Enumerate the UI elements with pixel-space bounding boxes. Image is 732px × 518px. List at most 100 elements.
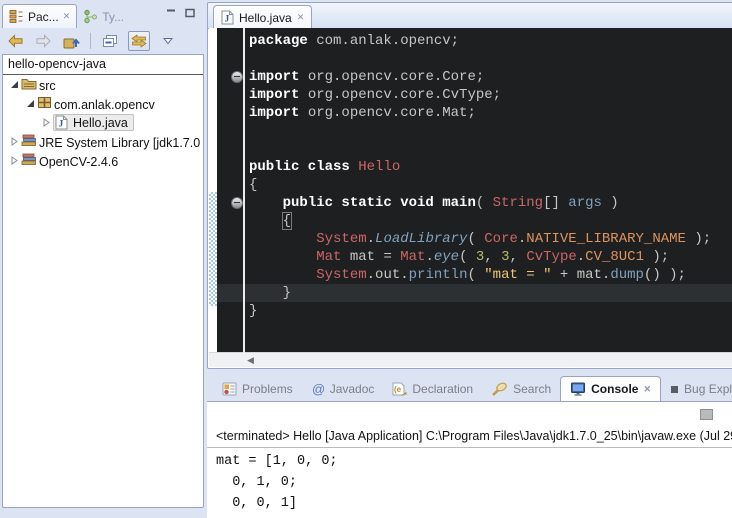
view-tab-label: Declaration: [412, 382, 473, 396]
code-line: [245, 140, 732, 158]
library-icon: [21, 133, 37, 147]
view-tab-pac[interactable]: Pac... ✕: [2, 4, 77, 28]
chevron-collapsed-icon[interactable]: [9, 137, 19, 146]
svg-text:J: J: [59, 120, 64, 130]
view-tab-label: Search: [513, 382, 551, 396]
tree-item-opencv-2-4-6[interactable]: OpenCV-2.4.6: [3, 151, 203, 170]
view-tab-declaration[interactable]: (e Declaration: [383, 377, 482, 401]
bottom-view-tabbar: Problems @Javadoc (e Declaration Search Conso…: [207, 374, 732, 401]
link-with-editor-icon: [131, 34, 147, 48]
chevron-expanded-icon[interactable]: [25, 99, 35, 108]
tree-item-jre-system-library-jdk1-7-0[interactable]: JRE System Library [jdk1.7.0: [3, 132, 203, 151]
code-line: }: [245, 284, 732, 302]
view-tab-problems[interactable]: Problems: [213, 377, 302, 401]
editor-tabbar: J Hello.java ✕: [208, 3, 732, 29]
collapse-all-button[interactable]: [100, 32, 120, 50]
view-tab-label: Bug Explorer: [684, 382, 732, 396]
view-tab-label: Problems: [242, 382, 293, 396]
back-button[interactable]: [5, 32, 25, 50]
back-icon: [7, 34, 24, 48]
editor-horizontal-scrollbar[interactable]: ◀: [209, 352, 732, 367]
view-tab-label: Pac...: [28, 10, 59, 24]
javadoc-icon: @: [311, 382, 325, 396]
console-output-line: 0, 1, 0;: [216, 472, 732, 493]
scroll-left-icon[interactable]: ◀: [247, 355, 254, 366]
code-line: }: [245, 302, 732, 320]
console-toolbar-fragment[interactable]: [700, 409, 713, 420]
console-output[interactable]: mat = [1, 0, 0; 0, 1, 0; 0, 0, 1]: [207, 448, 732, 514]
go-up-button[interactable]: [61, 32, 81, 50]
close-icon[interactable]: ✕: [643, 385, 651, 394]
editor-tab-hello-java[interactable]: J Hello.java ✕: [213, 5, 312, 29]
view-tab-bug-explorer[interactable]: Bug Explorer: [661, 377, 732, 401]
code-line: import org.opencv.core.CvType;: [245, 86, 732, 104]
problems-icon: [222, 382, 237, 396]
view-tab-label: Ty...: [102, 10, 124, 24]
code-line: public static void main( String[] args ): [245, 194, 732, 212]
bug-square-icon: [670, 385, 679, 394]
editor-tab-label: Hello.java: [239, 11, 292, 25]
chevron-expanded-icon[interactable]: [9, 80, 19, 89]
code-editor[interactable]: package com.anlak.opencv;import org.open…: [209, 28, 732, 353]
view-tab-search[interactable]: Search: [482, 377, 560, 401]
view-window-buttons: [166, 5, 204, 28]
collapse-all-icon: [102, 34, 118, 48]
code-line: [245, 122, 732, 140]
maximize-icon: [185, 8, 196, 18]
svg-text:(e: (e: [394, 385, 402, 394]
code-line: {: [245, 176, 732, 194]
tree-item-src[interactable]: src: [3, 75, 203, 94]
package-explorer-icon: [9, 9, 24, 24]
svg-text:J: J: [225, 15, 230, 25]
selected-item-highlight: J Hello.java: [53, 114, 134, 131]
library-icon: [21, 152, 37, 166]
link-with-editor-button[interactable]: [128, 31, 150, 51]
code-line: {: [245, 212, 732, 230]
tree-item-com-anlak-opencv[interactable]: com.anlak.opencv: [3, 94, 203, 113]
annotation-ruler[interactable]: [209, 28, 217, 353]
project-root-label[interactable]: hello-opencv-java: [3, 55, 203, 75]
console-output-line: mat = [1, 0, 0;: [216, 451, 732, 472]
java-file-icon: J: [221, 10, 234, 25]
search-icon: [491, 382, 508, 396]
view-menu-icon: [163, 37, 173, 45]
tree-item-label: src: [37, 79, 58, 93]
package-explorer-view: Pac... ✕ Ty... hello-opencv-java src com.an…: [2, 2, 204, 508]
declaration-icon: (e: [392, 382, 407, 396]
package-explorer-toolbar: [2, 28, 204, 54]
view-menu-button[interactable]: [158, 32, 178, 50]
tree-item-label: Hello.java: [71, 116, 130, 130]
gutter-separator: [243, 28, 245, 353]
close-icon[interactable]: ✕: [297, 13, 305, 22]
minimize-button[interactable]: [166, 5, 177, 23]
view-tab-javadoc[interactable]: @Javadoc: [302, 377, 384, 401]
package-explorer-tree[interactable]: hello-opencv-java src com.anlak.opencv J He…: [2, 54, 204, 508]
console-status-line: <terminated> Hello [Java Application] C:…: [207, 429, 732, 448]
chevron-collapsed-icon[interactable]: [9, 156, 19, 165]
tree-item-label: com.anlak.opencv: [52, 98, 157, 112]
range-indicator: [209, 192, 217, 306]
tree-item-label: OpenCV-2.4.6: [37, 155, 120, 169]
go-up-icon: [63, 34, 80, 49]
code-line: System.LoadLibrary( Core.NATIVE_LIBRARY_…: [245, 230, 732, 248]
code-line: public class Hello: [245, 158, 732, 176]
svg-text:@: @: [312, 382, 325, 396]
view-tab-console[interactable]: Console✕: [560, 376, 661, 401]
code-line: System.out.println( "mat = " + mat.dump(…: [245, 266, 732, 284]
console-icon: [570, 382, 586, 396]
close-icon[interactable]: ✕: [63, 12, 71, 21]
forward-button[interactable]: [33, 32, 53, 50]
view-tab-ty[interactable]: Ty...: [77, 5, 130, 28]
fold-collapse-icon[interactable]: [231, 197, 243, 209]
left-view-tabbar: Pac... ✕ Ty...: [2, 2, 204, 28]
toolbar-separator: [90, 33, 91, 49]
chevron-collapsed-icon[interactable]: [41, 118, 51, 127]
tree-item-hello-java[interactable]: J Hello.java: [3, 113, 203, 132]
maximize-button[interactable]: [185, 5, 196, 23]
type-hierarchy-icon: [83, 9, 98, 24]
code-line: import org.opencv.core.Core;: [245, 68, 732, 86]
source-folder-icon: [21, 76, 37, 90]
bottom-view-area: Problems @Javadoc (e Declaration Search Conso…: [207, 374, 732, 514]
fold-collapse-icon[interactable]: [231, 71, 243, 83]
code-text[interactable]: package com.anlak.opencv;import org.open…: [245, 32, 732, 320]
